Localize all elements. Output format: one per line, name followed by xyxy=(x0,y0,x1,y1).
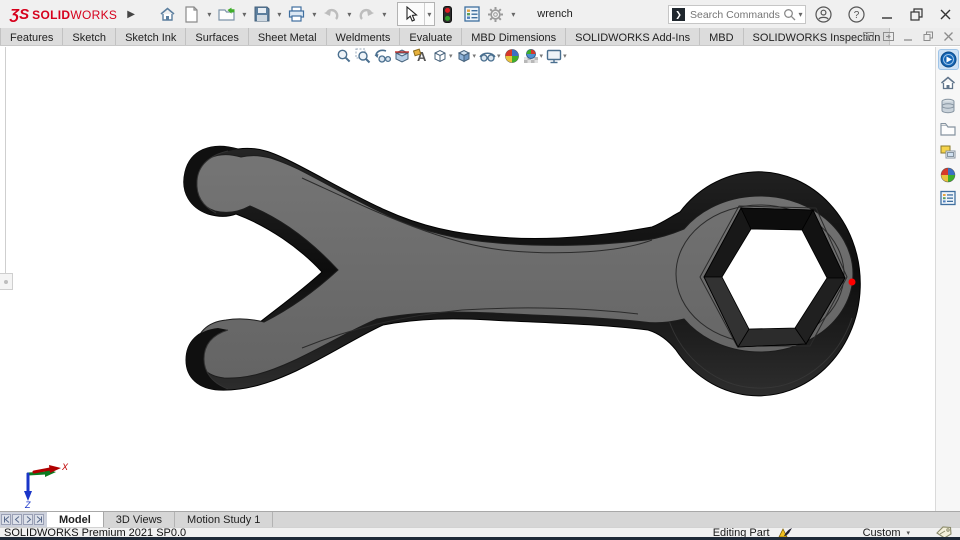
custom-properties-tab[interactable] xyxy=(938,187,959,208)
ribbon-tab-sketch[interactable]: Sketch xyxy=(63,28,117,45)
print-dropdown[interactable]: ▾ xyxy=(310,10,319,19)
new-document-dropdown[interactable]: ▾ xyxy=(205,10,214,19)
ribbon-tab-weldments[interactable]: Weldments xyxy=(326,28,401,45)
file-properties-button[interactable] xyxy=(461,3,483,25)
doc-close-icon[interactable] xyxy=(943,31,954,42)
svg-text:?: ? xyxy=(854,10,860,21)
select-tool-dropdown[interactable]: ▾ xyxy=(425,10,434,19)
search-commands-input[interactable] xyxy=(685,8,783,21)
view-settings-dropdown[interactable]: ▾ xyxy=(563,52,567,60)
tab-motion-study[interactable]: Motion Study 1 xyxy=(175,512,274,527)
prev-sheet-button[interactable] xyxy=(12,514,22,525)
title-bar: ƷS SOLID WORKS ▶ ▾ ▾ ▾ ▾ ▾ ▾ ▾ ▾ wrench … xyxy=(0,0,960,28)
status-bar: SOLIDWORKS Premium 2021 SP0.0 Editing Pa… xyxy=(0,526,960,539)
ribbon-tab-sheet-metal[interactable]: Sheet Metal xyxy=(248,28,327,45)
doc-minimize-icon[interactable] xyxy=(903,31,914,42)
edit-appearance-icon[interactable] xyxy=(504,48,520,64)
undo-dropdown[interactable]: ▾ xyxy=(345,10,354,19)
select-tool-button[interactable] xyxy=(398,3,424,25)
apply-scene-dropdown[interactable]: ▾ xyxy=(540,52,544,60)
ribbon-tab-evaluate[interactable]: Evaluate xyxy=(400,28,463,45)
next-sheet-button[interactable] xyxy=(23,514,33,525)
pane-right-icon[interactable] xyxy=(883,31,894,42)
view-orientation-icon[interactable]: ▾ xyxy=(432,48,453,64)
previous-view-icon[interactable] xyxy=(374,48,391,64)
print-button[interactable] xyxy=(286,3,308,25)
graphics-viewport[interactable] xyxy=(0,47,960,511)
sheet-nav-buttons xyxy=(0,512,47,527)
command-manager-tabs: Features Sketch Sketch Ink Surfaces Shee… xyxy=(0,28,960,46)
hide-show-items-icon[interactable]: ▾ xyxy=(479,49,501,64)
featuremanager-splitter[interactable] xyxy=(5,47,6,273)
3ds-logo-mark: ƷS xyxy=(10,5,30,23)
new-document-button[interactable] xyxy=(181,3,203,25)
view-orientation-dropdown[interactable]: ▾ xyxy=(449,52,453,60)
search-dropdown[interactable]: ▾ xyxy=(796,10,805,19)
search-icon[interactable] xyxy=(783,8,796,21)
pane-left-icon[interactable] xyxy=(863,31,874,42)
undo-button[interactable] xyxy=(321,3,343,25)
annotation-views-icon[interactable]: A xyxy=(413,48,429,64)
search-commands-box[interactable]: ❯ ▾ xyxy=(668,5,806,24)
task-pane xyxy=(935,47,960,511)
last-sheet-button[interactable] xyxy=(34,514,44,525)
display-style-icon[interactable]: ▾ xyxy=(456,48,477,64)
first-sheet-button[interactable] xyxy=(1,514,11,525)
redo-dropdown[interactable]: ▾ xyxy=(380,10,389,19)
save-button[interactable] xyxy=(251,3,273,25)
featuremanager-splitter-handle[interactable] xyxy=(0,273,13,290)
appearances-scenes-tab[interactable] xyxy=(938,164,959,185)
account-icon[interactable] xyxy=(815,5,832,23)
rebuild-button[interactable] xyxy=(437,3,459,25)
ribbon-tab-features[interactable]: Features xyxy=(0,28,64,45)
design-library-tab[interactable] xyxy=(938,95,959,116)
close-button[interactable] xyxy=(939,8,952,21)
solidworks-logo[interactable]: ƷS SOLID WORKS xyxy=(10,6,117,23)
open-button[interactable] xyxy=(216,3,238,25)
menu-flyout-arrow[interactable]: ▶ xyxy=(127,9,135,20)
select-tool-group: ▾ xyxy=(396,2,435,26)
minimize-button[interactable] xyxy=(881,8,894,21)
units-dropdown[interactable]: ▾ xyxy=(906,529,910,537)
sheet-tab-bar: Model 3D Views Motion Study 1 xyxy=(0,511,960,527)
save-dropdown[interactable]: ▾ xyxy=(275,10,284,19)
help-icon[interactable]: ? xyxy=(848,5,865,23)
document-title: wrench xyxy=(537,8,573,20)
tab-model[interactable]: Model xyxy=(47,512,104,527)
hide-show-dropdown[interactable]: ▾ xyxy=(497,52,501,60)
doc-restore-icon[interactable] xyxy=(923,31,934,42)
view-palette-tab[interactable] xyxy=(938,141,959,162)
ribbon-tab-sketch-ink[interactable]: Sketch Ink xyxy=(116,28,187,45)
search-scope-icon[interactable]: ❯ xyxy=(672,8,685,21)
redo-button[interactable] xyxy=(356,3,378,25)
headsup-view-toolbar: A ▾ ▾ ▾ ▾ ▾ xyxy=(336,47,567,65)
3dexperience-tab[interactable] xyxy=(937,49,959,70)
solidworks-window: X Z ƷS SOLID WORKS ▶ ▾ ▾ ▾ ▾ ▾ ▾ ▾ ▾ wre… xyxy=(0,0,960,540)
tab-3d-views[interactable]: 3D Views xyxy=(103,512,176,527)
section-view-icon[interactable] xyxy=(394,48,410,64)
zoom-to-fit-icon[interactable] xyxy=(336,48,352,64)
ribbon-tab-surfaces[interactable]: Surfaces xyxy=(186,28,249,45)
file-explorer-tab[interactable] xyxy=(938,118,959,139)
restore-button[interactable] xyxy=(910,7,923,21)
open-dropdown[interactable]: ▾ xyxy=(240,10,249,19)
zoom-to-area-icon[interactable] xyxy=(355,48,371,64)
ribbon-tab-mbd[interactable]: MBD xyxy=(700,28,744,45)
apply-scene-icon[interactable]: ▾ xyxy=(523,48,544,64)
home-button[interactable] xyxy=(157,3,179,25)
view-settings-icon[interactable]: ▾ xyxy=(546,49,567,64)
display-style-dropdown[interactable]: ▾ xyxy=(473,52,477,60)
ribbon-tab-mbd-dimensions[interactable]: MBD Dimensions xyxy=(462,28,567,45)
ribbon-tab-addins[interactable]: SOLIDWORKS Add-Ins xyxy=(566,28,701,45)
home-tab[interactable] xyxy=(938,72,959,93)
